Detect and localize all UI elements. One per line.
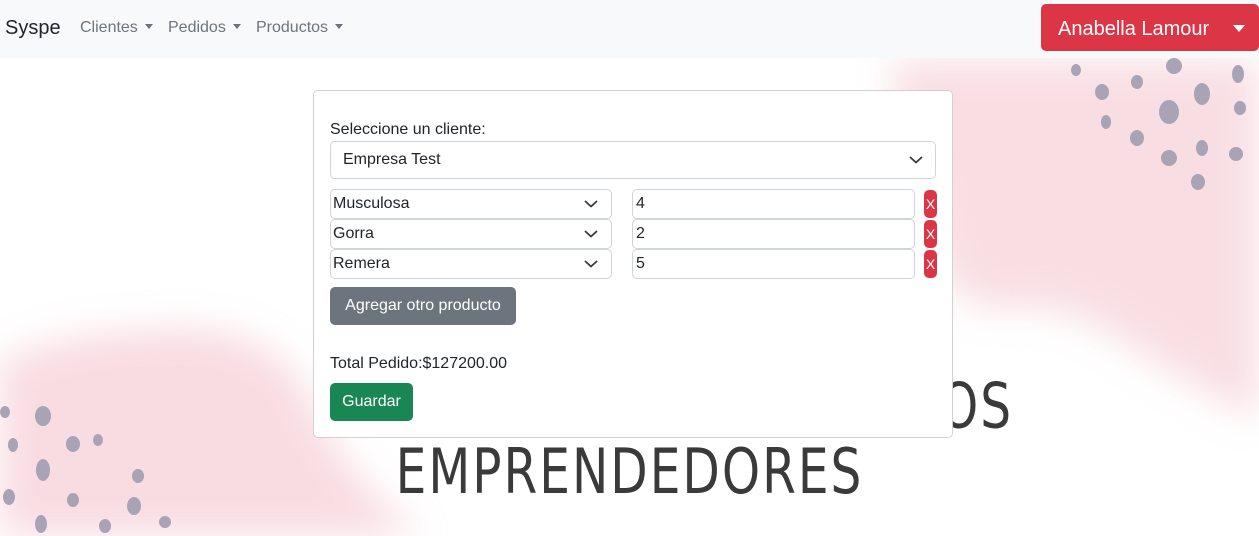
user-name: Anabella Lamour <box>1058 18 1210 40</box>
order-form-card: Seleccione un cliente: Empresa Test Musc… <box>313 90 953 438</box>
nav-menu-clientes[interactable]: Clientes <box>80 19 153 37</box>
remove-item-button[interactable]: X <box>924 250 937 278</box>
add-product-button[interactable]: Agregar otro producto <box>330 287 516 325</box>
order-total: Total Pedido:$127200.00 <box>330 355 508 372</box>
hero-heading-line2: EMPRENDEDORES <box>395 435 864 508</box>
save-button[interactable]: Guardar <box>330 383 413 421</box>
caret-down-icon <box>1233 25 1245 32</box>
nav-menu-pedidos-label: Pedidos <box>168 19 226 36</box>
caret-down-icon <box>232 24 241 29</box>
product-select-value: Musculosa <box>333 195 410 212</box>
user-menu-button[interactable]: Anabella Lamour <box>1041 4 1259 51</box>
client-label: Seleccione un cliente: <box>330 121 486 138</box>
product-select-value: Remera <box>333 255 390 272</box>
nav-menu-productos-label: Productos <box>256 19 329 36</box>
brand-logo[interactable]: Syspe <box>5 17 61 40</box>
quantity-input[interactable]: 5 <box>632 249 915 279</box>
quantity-value: 2 <box>636 225 645 242</box>
nav-menu-productos[interactable]: Productos <box>256 19 344 37</box>
nav-menu-clientes-label: Clientes <box>80 19 138 36</box>
product-select[interactable]: Remera <box>330 249 612 279</box>
remove-item-button[interactable]: X <box>924 220 937 248</box>
quantity-value: 5 <box>636 255 645 272</box>
quantity-input[interactable]: 2 <box>632 219 915 249</box>
remove-item-button[interactable]: X <box>924 190 937 218</box>
navbar: Syspe Clientes Pedidos Productos Anabell… <box>0 0 1259 58</box>
chevron-down-icon <box>584 200 598 208</box>
quantity-value: 4 <box>636 195 645 212</box>
caret-down-icon <box>335 24 344 29</box>
nav-menu-pedidos[interactable]: Pedidos <box>168 19 241 37</box>
caret-down-icon <box>144 24 153 29</box>
client-select[interactable]: Empresa Test <box>330 141 936 179</box>
chevron-down-icon <box>584 230 598 238</box>
product-select-value: Gorra <box>333 225 374 242</box>
product-select[interactable]: Gorra <box>330 219 612 249</box>
product-select[interactable]: Musculosa <box>330 189 612 219</box>
chevron-down-icon <box>909 156 923 164</box>
client-select-value: Empresa Test <box>343 151 441 168</box>
chevron-down-icon <box>584 260 598 268</box>
quantity-input[interactable]: 4 <box>632 189 915 219</box>
